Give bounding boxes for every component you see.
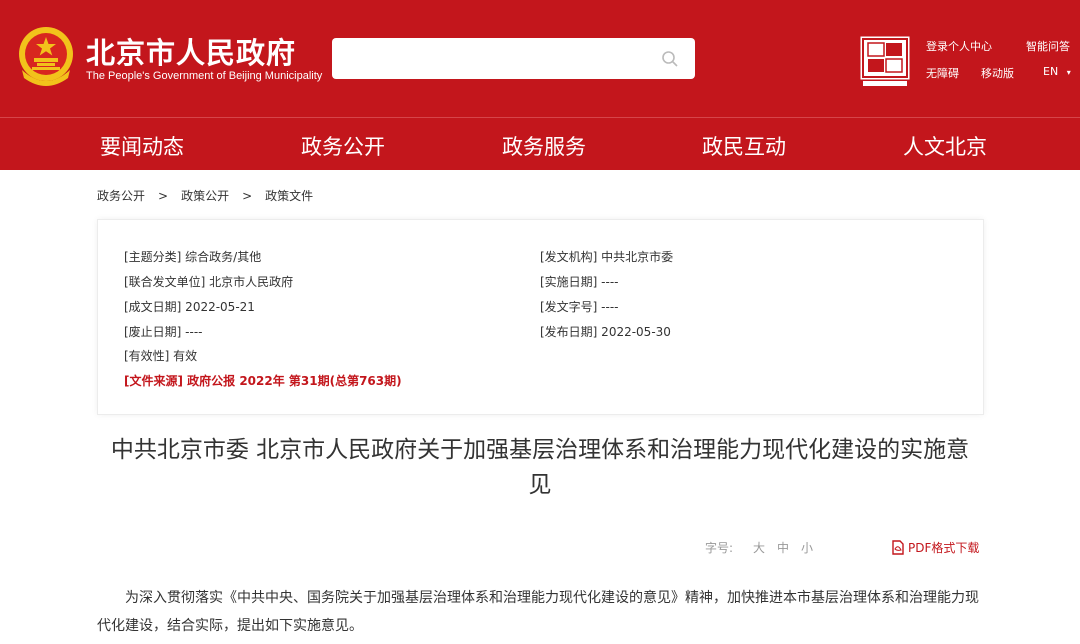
meta-validity: [有效性] 有效 — [124, 349, 198, 363]
document-title: 中共北京市委 北京市人民政府关于加强基层治理体系和治理能力现代化建设的实施意见 — [110, 437, 970, 498]
nav-item-culture[interactable]: 人文北京 — [903, 131, 987, 161]
meta-effective-date: [实施日期] ---- — [540, 275, 619, 289]
search-icon[interactable] — [661, 50, 679, 68]
breadcrumb-separator: > — [158, 189, 169, 203]
language-label: EN — [1043, 65, 1059, 78]
breadcrumb-separator: > — [242, 189, 253, 203]
nav-item-news[interactable]: 要闻动态 — [100, 131, 184, 161]
search-input[interactable] — [332, 38, 695, 79]
nav-item-government-affairs[interactable]: 政务公开 — [301, 131, 385, 161]
breadcrumb-item[interactable]: 政务公开 — [97, 189, 145, 203]
login-user-center-link[interactable]: 登录个人中心 — [926, 38, 992, 54]
font-size-medium-button[interactable]: 中 — [777, 539, 789, 556]
pdf-download-link[interactable]: PDF格式下载 — [891, 539, 979, 556]
nav-item-government-services[interactable]: 政务服务 — [502, 131, 586, 161]
accessibility-link[interactable]: 无障碍 — [926, 65, 959, 81]
language-selector[interactable]: EN ▾ — [1043, 65, 1071, 78]
chevron-down-icon: ▾ — [1066, 68, 1071, 77]
pdf-download-label: PDF格式下载 — [908, 541, 980, 555]
pdf-file-icon — [892, 540, 904, 555]
meta-expiry-date: [废止日期] ---- — [124, 325, 203, 339]
breadcrumb: 政务公开 > 政策公开 > 政策文件 — [97, 187, 313, 204]
smart-qa-link[interactable]: 智能问答 — [1026, 38, 1070, 54]
site-subtitle: The People's Government of Beijing Munic… — [86, 70, 323, 82]
main-nav: 要闻动态 政务公开 政务服务 政民互动 人文北京 — [0, 117, 1080, 170]
meta-source: [文件来源] 政府公报 2022年 第31期(总第763期) — [124, 374, 402, 388]
site-header: 北京市人民政府 The People's Government of Beiji… — [0, 0, 1080, 117]
capital-window-seal-icon[interactable] — [860, 36, 910, 88]
meta-issuing-agency: [发文机构] 中共北京市委 — [540, 250, 674, 264]
font-size-large-button[interactable]: 大 — [753, 539, 765, 556]
nav-item-interaction[interactable]: 政民互动 — [702, 131, 786, 161]
meta-written-date: [成文日期] 2022-05-21 — [124, 300, 255, 314]
breadcrumb-item[interactable]: 政策文件 — [265, 189, 313, 203]
meta-topic: [主题分类] 综合政务/其他 — [124, 250, 262, 264]
meta-joint-issuer: [联合发文单位] 北京市人民政府 — [124, 275, 294, 289]
font-size-label: 字号: — [705, 541, 734, 555]
site-title[interactable]: 北京市人民政府 — [86, 30, 296, 72]
meta-publish-date: [发布日期] 2022-05-30 — [540, 325, 671, 339]
body-paragraph: 为深入贯彻落实《中共中央、国务院关于加强基层治理体系和治理能力现代化建设的意见》… — [97, 590, 979, 634]
mobile-version-link[interactable]: 移动版 — [981, 65, 1014, 81]
national-emblem-icon[interactable] — [16, 26, 76, 88]
breadcrumb-item[interactable]: 政策公开 — [181, 189, 229, 203]
font-size-small-button[interactable]: 小 — [801, 539, 813, 556]
meta-document-number: [发文字号] ---- — [540, 300, 619, 314]
